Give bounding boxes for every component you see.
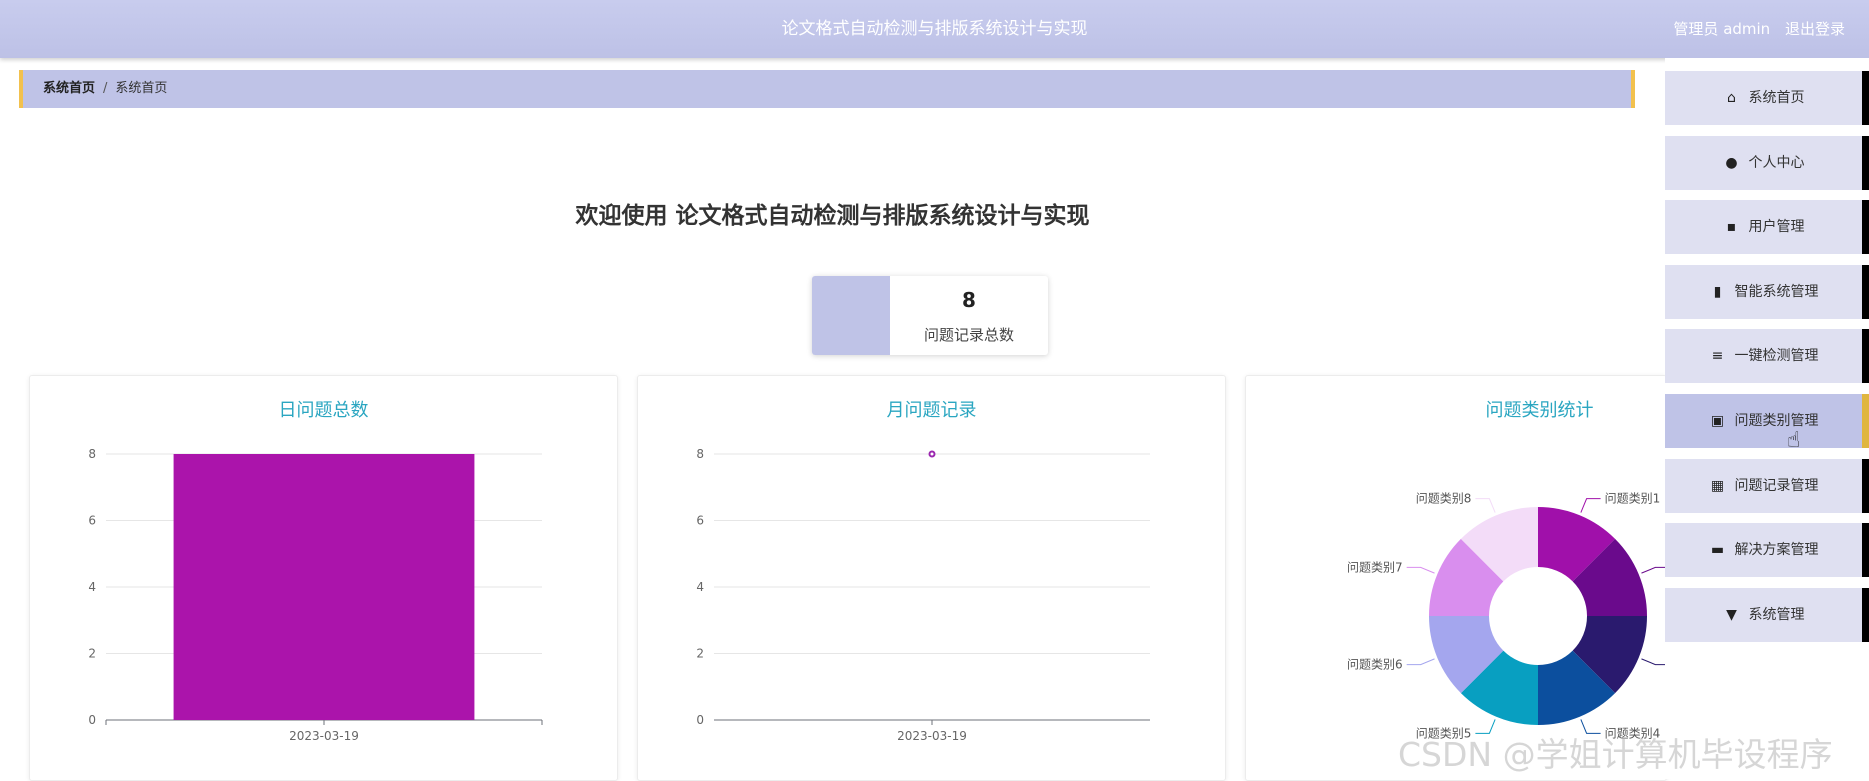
sign-icon: ▼ <box>1726 607 1737 623</box>
sidebar-item-label: 智能系统管理 <box>1734 284 1819 300</box>
line-point <box>928 450 936 458</box>
logout-button[interactable]: 退出登录 <box>1785 20 1845 38</box>
label-leader <box>1641 658 1666 666</box>
user-icon: ● <box>1725 155 1738 171</box>
label-leader <box>1641 566 1666 574</box>
sidebar-item-9[interactable]: ▼ 系统管理 <box>1665 588 1869 642</box>
daily-bar-chart: 0 2 4 6 8 2023-03-19 <box>88 447 543 743</box>
slice-label: 问题类别8 <box>1416 492 1472 506</box>
category-donut-chart: 问题类别1问题类别2问题类别3问题类别4问题类别5问题类别6问题类别7问题类别8 <box>1347 492 1666 740</box>
sidebar-item-8[interactable]: ▬ 解决方案管理 <box>1665 523 1869 577</box>
sidebar-item-label: 问题记录管理 <box>1734 478 1819 494</box>
breadcrumb-home-link[interactable]: 系统首页 <box>43 81 95 96</box>
sidebar-item-4[interactable]: ▮ 智能系统管理 <box>1665 265 1869 319</box>
slice-label: 问题类别7 <box>1347 560 1403 574</box>
label-leader <box>1406 566 1435 574</box>
book-icon: ▮ <box>1713 284 1722 300</box>
y-tick-label: 2 <box>88 647 96 661</box>
app-title: 论文格式自动检测与排版系统设计与实现 <box>781 19 1088 39</box>
stat-value: 8 <box>962 288 976 312</box>
sidebar-item-label: 系统管理 <box>1748 607 1805 623</box>
label-leader <box>1406 658 1435 666</box>
y-tick-label: 4 <box>88 580 96 594</box>
label-leader <box>1580 498 1601 513</box>
y-tick-label: 6 <box>696 514 704 528</box>
stat-card-swatch <box>812 276 890 355</box>
y-tick-label: 6 <box>88 514 96 528</box>
sliders-icon: ≡ <box>1711 348 1724 364</box>
sidebar-item-label: 问题类别管理 <box>1734 413 1819 429</box>
breadcrumb: 系统首页 / 系统首页 <box>19 70 1635 108</box>
category-stat-chart-panel: 问题类别统计 问题类别1问题类别2问题类别3问题类别4问题类别5问题类别6问题类… <box>1245 375 1667 781</box>
y-tick-label: 8 <box>88 447 96 461</box>
x-tick-label: 2023-03-19 <box>289 729 359 743</box>
stat-card: 8 问题记录总数 <box>812 276 1048 355</box>
y-tick-label: 4 <box>696 580 704 594</box>
top-header: 论文格式自动检测与排版系统设计与实现 管理员 admin 退出登录 <box>0 0 1869 58</box>
sidebar-item-3[interactable]: ▪ 用户管理 <box>1665 200 1869 254</box>
y-tick-label: 0 <box>696 713 704 727</box>
monitor-icon: ▬ <box>1710 542 1725 558</box>
sidebar-item-7[interactable]: ▦ 问题记录管理 <box>1665 459 1869 513</box>
sidebar-item-label: 系统首页 <box>1748 90 1805 106</box>
sidebar-item-label: 个人中心 <box>1748 155 1805 171</box>
breadcrumb-separator: / <box>103 81 108 96</box>
x-tick-label: 2023-03-19 <box>897 729 967 743</box>
bar <box>173 454 475 720</box>
home-icon: ⌂ <box>1727 90 1736 106</box>
slice-label: 问题类别6 <box>1347 658 1403 672</box>
sidebar-item-5[interactable]: ≡ 一键检测管理 <box>1665 329 1869 383</box>
sidebar-item-6[interactable]: ▣ 问题类别管理 <box>1665 394 1869 448</box>
sidebar-item-1[interactable]: ⌂ 系统首页 <box>1665 71 1869 125</box>
breadcrumb-current: 系统首页 <box>115 81 168 96</box>
welcome-heading: 欢迎使用 论文格式自动检测与排版系统设计与实现 <box>575 203 1090 229</box>
sidebar-item-label: 解决方案管理 <box>1734 542 1819 558</box>
monthly-record-chart-panel: 月问题记录 0 2 4 6 8 2023-03-19 <box>637 375 1226 781</box>
chat-icon: ▪ <box>1726 219 1737 235</box>
grid-icon: ▦ <box>1710 478 1725 494</box>
daily-issue-chart-panel: 日问题总数 0 2 4 6 8 2023-03-19 <box>29 375 618 781</box>
sidebar-item-label: 一键检测管理 <box>1734 348 1819 364</box>
y-tick-label: 2 <box>696 647 704 661</box>
pointer-hand-icon: ☝ <box>1787 428 1801 453</box>
y-tick-label: 0 <box>88 713 96 727</box>
slice-label: 问题类别1 <box>1605 492 1661 506</box>
label-leader <box>1475 498 1496 513</box>
clipboard-icon: ▣ <box>1710 413 1725 429</box>
admin-label: 管理员 admin <box>1673 20 1771 38</box>
sidebar-item-2[interactable]: ● 个人中心 <box>1665 136 1869 190</box>
stat-label: 问题记录总数 <box>923 326 1014 344</box>
y-tick-label: 8 <box>696 447 704 461</box>
user-area: 管理员 admin 退出登录 <box>1663 0 1845 58</box>
sidebar-item-label: 用户管理 <box>1748 219 1805 235</box>
monthly-line-chart: 0 2 4 6 8 2023-03-19 <box>696 447 1150 743</box>
watermark-text: CSDN @学姐计算机毕设程序 <box>1398 735 1833 774</box>
